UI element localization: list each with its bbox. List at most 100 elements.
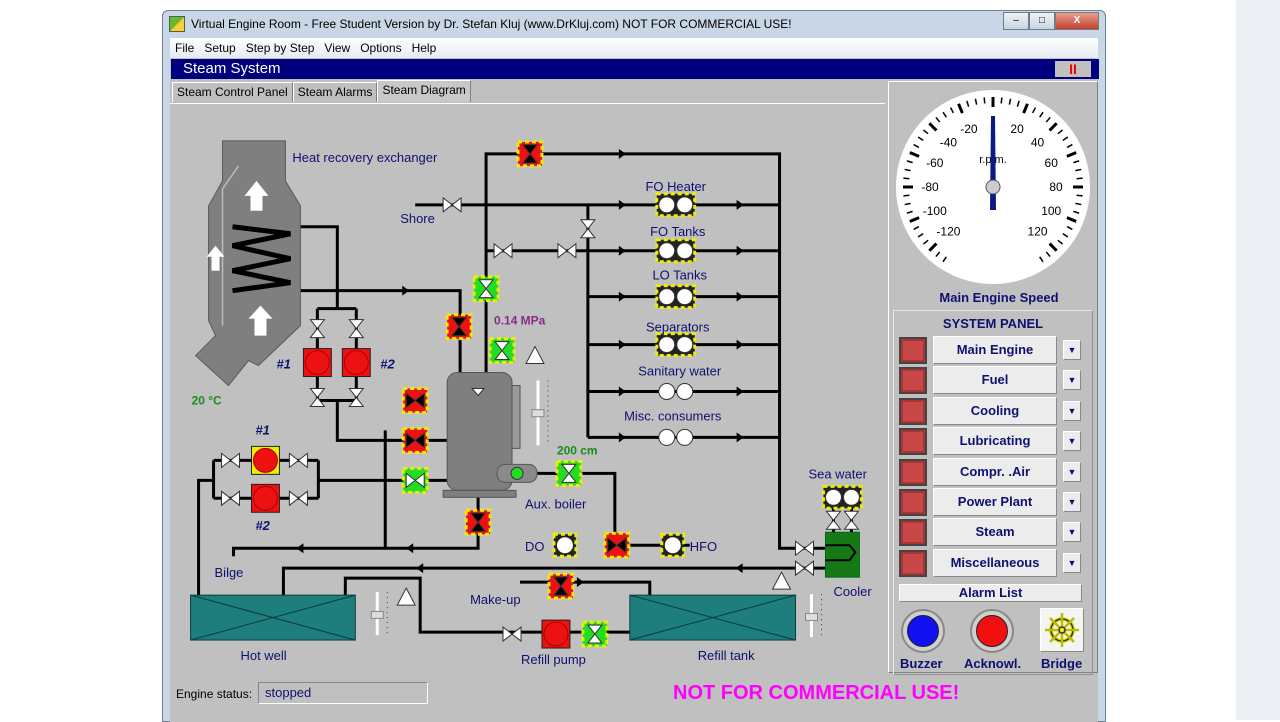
flow-arrow-icon [736,199,744,210]
valve[interactable] [348,319,365,339]
menu-step-by-step[interactable]: Step by Step [241,41,320,55]
pump[interactable] [250,445,280,475]
dropdown-arrow-icon[interactable]: ▼ [1063,370,1081,391]
level-slider[interactable] [531,380,549,446]
dropdown-arrow-icon[interactable]: ▼ [1063,400,1081,421]
valve[interactable] [502,626,522,643]
buzzer-button[interactable] [901,609,945,653]
dropdown-arrow-icon[interactable]: ▼ [1063,522,1081,543]
dropdown-arrow-icon[interactable]: ▼ [1063,461,1081,482]
consumer-lo-tanks-label: LO Tanks [652,268,707,283]
pump[interactable] [541,619,571,649]
maximize-button[interactable]: □ [1029,12,1055,30]
fuel-valve[interactable] [660,532,686,558]
menu-bar: File Setup Step by Step View Options Hel… [170,38,1098,58]
flow-arrow-icon [416,563,424,574]
pump[interactable] [341,348,371,378]
cooler-label: Cooler [833,584,872,599]
flow-arrow-icon [736,432,744,443]
system-button[interactable]: Fuel [933,366,1057,395]
consumer-valves[interactable] [655,284,697,310]
dropdown-arrow-icon[interactable]: ▼ [1063,552,1081,573]
valve[interactable] [348,388,365,407]
pause-button[interactable]: II [1055,61,1091,77]
valve[interactable] [464,508,492,536]
valve[interactable] [516,140,544,168]
dropdown-arrow-icon[interactable]: ▼ [1063,340,1081,360]
menu-file[interactable]: File [170,41,199,55]
valve[interactable] [445,313,473,341]
gauge-tick-label: -60 [926,156,944,170]
consumer-valves[interactable] [655,238,697,264]
valve[interactable] [825,510,842,530]
system-button[interactable]: Main Engine [933,336,1057,364]
close-button[interactable]: X [1055,12,1099,30]
title-bar: Virtual Engine Room - Free Student Versi… [163,11,1105,37]
tab-steam-control-panel[interactable]: Steam Control Panel [172,82,293,102]
valve[interactable] [288,452,308,469]
refill-pump-label: Refill pump [521,652,586,667]
valve[interactable] [557,242,577,259]
alarm-indicator [899,458,927,486]
valve[interactable] [488,337,516,365]
valve[interactable] [579,219,596,239]
menu-help[interactable]: Help [407,41,442,55]
valve[interactable] [603,531,631,559]
gauge-tick-label: -40 [940,135,958,149]
pump[interactable] [302,348,332,378]
valve[interactable] [843,510,860,530]
bridge-button[interactable] [1040,608,1084,652]
valve[interactable] [555,459,583,487]
menu-view[interactable]: View [319,41,355,55]
increase-triangle-button[interactable] [771,571,792,590]
valve[interactable] [309,388,326,407]
level-slider[interactable] [805,594,822,638]
tab-steam-alarms[interactable]: Steam Alarms [292,82,378,102]
flow-arrow-icon [618,199,626,210]
valve[interactable] [221,452,241,469]
valve[interactable] [442,196,462,213]
dropdown-arrow-icon[interactable]: ▼ [1063,492,1081,512]
system-button[interactable]: Lubricating [933,427,1057,456]
valve[interactable] [401,466,429,494]
gauge-tick [903,177,910,180]
valve[interactable] [401,426,429,454]
system-button[interactable]: Steam [933,518,1057,547]
valve[interactable] [309,319,326,339]
system-row: Main Engine ▼ [899,336,1089,364]
valve[interactable] [288,490,308,507]
consumer-valves[interactable] [655,192,697,218]
system-button[interactable]: Cooling [933,396,1057,425]
menu-options[interactable]: Options [355,41,406,55]
tab-steam-diagram[interactable]: Steam Diagram [377,80,471,102]
engine-status-value: stopped [258,682,428,704]
menu-setup[interactable]: Setup [199,41,240,55]
acknowledge-button[interactable] [970,609,1014,653]
feed-pump1-label: #1 [255,422,269,437]
alarm-list-button[interactable]: Alarm List [899,584,1082,602]
gauge-tick-label: -120 [936,225,960,239]
valve[interactable] [547,572,575,600]
valve[interactable] [472,275,500,303]
valve[interactable] [795,540,814,557]
valve[interactable] [795,560,814,577]
fuel-valve[interactable] [552,532,578,558]
system-button[interactable]: Power Plant [933,488,1057,516]
gauge-title: Main Engine Speed [939,290,1059,305]
consumer-valves[interactable] [821,484,863,510]
valve[interactable] [221,490,241,507]
increase-triangle-button[interactable] [525,345,545,365]
pump[interactable] [250,483,280,513]
increase-triangle-button[interactable] [396,587,417,606]
level-slider[interactable] [370,592,388,636]
system-button[interactable]: Miscellaneous [933,548,1057,577]
system-button[interactable]: Compr. .Air [933,457,1057,486]
dropdown-arrow-icon[interactable]: ▼ [1063,431,1081,452]
system-row: Steam ▼ [899,518,1089,547]
valve[interactable] [581,620,609,648]
valve[interactable] [493,242,513,259]
minimize-button[interactable]: – [1003,12,1029,30]
valve[interactable] [401,387,429,414]
consumer-valves[interactable] [655,332,697,358]
system-row: Miscellaneous ▼ [899,548,1089,577]
